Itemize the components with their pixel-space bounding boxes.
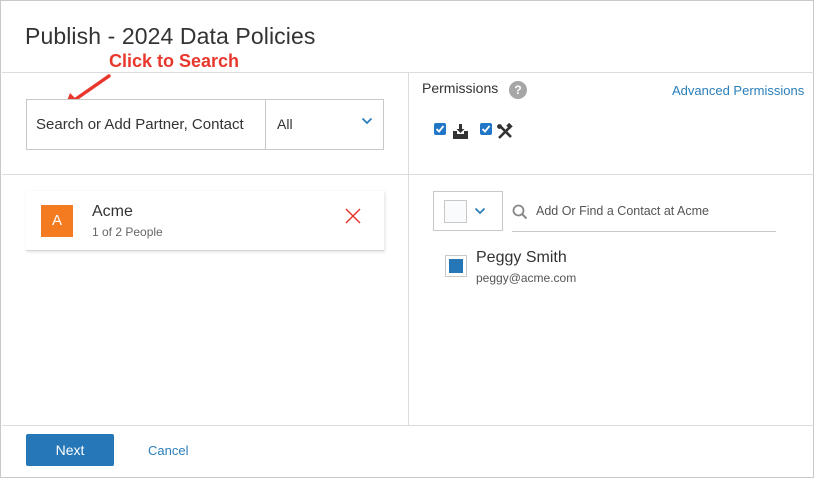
chevron-down-icon: [361, 117, 373, 125]
contact-search-input[interactable]: [536, 201, 772, 221]
publish-dialog: Publish - 2024 Data Policies Click to Se…: [0, 0, 814, 478]
permission-tools-checkbox[interactable]: [480, 123, 492, 135]
download-tray-icon: [453, 124, 468, 139]
partner-name: Acme: [92, 203, 133, 220]
checkmark-icon: [481, 125, 491, 133]
advanced-permissions-link[interactable]: Advanced Permissions: [672, 83, 804, 98]
contact-checkbox-checked-fill: [449, 259, 463, 273]
pane-divider: [408, 73, 409, 425]
cancel-button[interactable]: Cancel: [148, 443, 188, 458]
chevron-down-icon: [474, 207, 486, 215]
contact-name: Peggy Smith: [476, 249, 567, 266]
permissions-label: Permissions: [422, 80, 499, 96]
contact-search-field: [512, 191, 776, 232]
contact-checkbox[interactable]: [445, 255, 467, 277]
checkmark-icon: [435, 125, 445, 133]
permission-download-checkbox[interactable]: [434, 123, 446, 135]
help-icon[interactable]: ?: [509, 81, 527, 99]
avatar: A: [41, 205, 73, 237]
contact-email: peggy@acme.com: [476, 271, 577, 285]
filter-selected-value: All: [277, 116, 293, 132]
tools-icon: [497, 123, 513, 139]
dialog-title: Publish - 2024 Data Policies: [25, 23, 316, 49]
next-button[interactable]: Next: [26, 434, 114, 466]
partner-row[interactable]: A Acme 1 of 2 People: [26, 191, 384, 251]
remove-partner-icon[interactable]: [344, 207, 362, 225]
footer-divider: [2, 425, 814, 426]
section-divider: [2, 174, 814, 175]
select-all-checkbox[interactable]: [444, 200, 467, 223]
partner-people-count: 1 of 2 People: [92, 225, 163, 239]
partner-search-group: All: [26, 99, 384, 150]
partner-search-input[interactable]: [27, 100, 265, 149]
select-all-dropdown[interactable]: [433, 191, 503, 231]
annotation-label: Click to Search: [109, 51, 240, 71]
search-icon: [512, 204, 528, 220]
partner-filter-select[interactable]: All: [265, 100, 383, 149]
